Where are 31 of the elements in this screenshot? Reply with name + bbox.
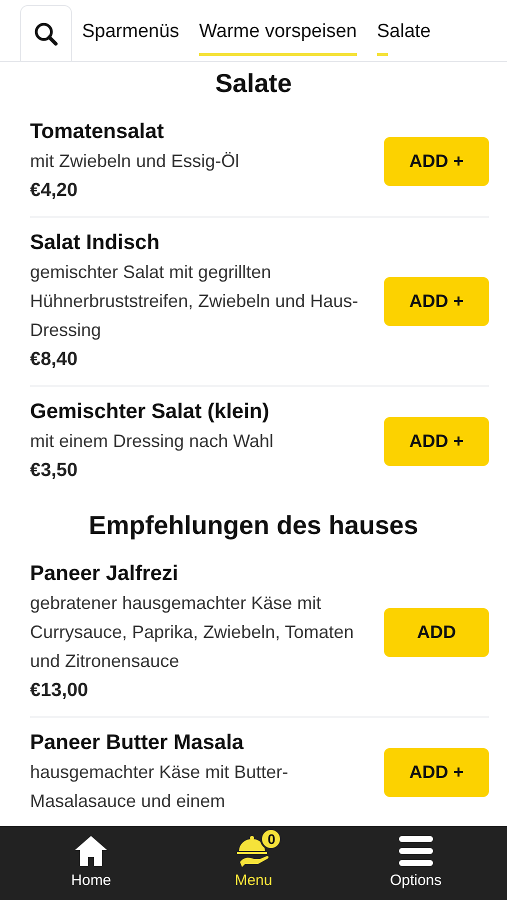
dish-description: mit Zwiebeln und Essig-Öl [30, 150, 240, 173]
section-heading: Empfehlungen des hauses [88, 509, 420, 542]
count-badge: 0 [260, 828, 282, 850]
dish-price: €4,20 [30, 179, 79, 203]
menu-icon [398, 834, 434, 868]
add-button[interactable]: ADD + [384, 748, 489, 796]
add-button[interactable]: ADD + [384, 137, 489, 186]
add-button[interactable]: ADD + [384, 277, 489, 326]
nav-tab[interactable]: Home [36, 834, 146, 892]
section-heading: Salate [214, 67, 293, 100]
add-button[interactable]: ADD + [384, 417, 489, 466]
dish-price: €3,50 [30, 459, 79, 483]
dish-name: Paneer Jalfrezi [30, 561, 180, 587]
dish-price: €8,40 [30, 348, 79, 372]
add-button[interactable]: ADD [384, 608, 489, 657]
dish-description: mit einem Dressing nach Wahl [30, 430, 274, 453]
category-tab[interactable]: Sparmenüs [82, 10, 180, 56]
dish-description: gemischter Salat mit gegrillten Hühnerbruststreifen, Zwiebeln und Haus-Dressing [30, 261, 360, 342]
category-tab[interactable]: Warme vorspeisen [199, 10, 357, 56]
dish-name: Tomatensalat [30, 119, 165, 145]
dish-name: Salat Indisch [30, 230, 161, 256]
dish-name: Paneer Butter Masala [30, 730, 245, 756]
home-icon [73, 834, 110, 868]
nav-tab[interactable]: Options [360, 834, 471, 892]
search-button[interactable] [20, 5, 72, 61]
dish-price: €13,00 [30, 679, 90, 703]
search-icon [33, 20, 59, 46]
dish-description: gebratener hausgemachter Käse mit Currysauce, Paprika, Zwiebeln, Tomaten und Zitronensauce [30, 592, 355, 673]
dish-name: Gemischter Salat (klein) [30, 399, 270, 425]
dish-description: hausgemachter Käse mit Butter-Masalasauce und einem [30, 761, 290, 813]
category-tab[interactable]: Salate [376, 10, 431, 56]
